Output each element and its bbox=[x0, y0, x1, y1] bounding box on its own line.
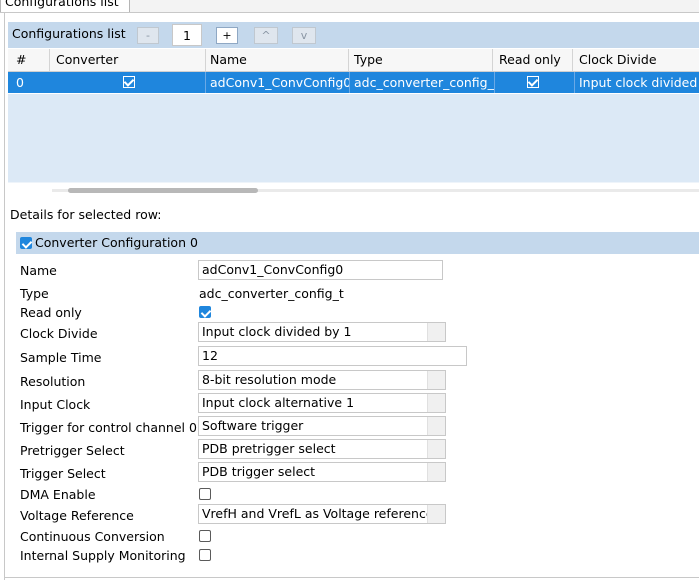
move-up-button[interactable]: ^ bbox=[254, 27, 278, 44]
internal-supply-monitoring-checkbox[interactable] bbox=[199, 549, 211, 561]
pretrigger-select-label: Pretrigger Select bbox=[20, 443, 125, 458]
column-header-index[interactable]: # bbox=[12, 49, 50, 71]
row-converter-configuration-cell[interactable] bbox=[52, 72, 206, 93]
column-header-read-only[interactable]: Read only bbox=[495, 49, 573, 71]
pretrigger-select[interactable]: PDB pretrigger select bbox=[198, 439, 446, 459]
trigger-select-label: Trigger Select bbox=[20, 466, 106, 481]
name-label: Name bbox=[20, 263, 57, 278]
horizontal-scrollbar[interactable] bbox=[52, 186, 699, 195]
sample-time-label: Sample Time bbox=[20, 350, 102, 365]
row-name: adConv1_ConvConfig0 bbox=[206, 72, 350, 93]
read-only-checkbox[interactable] bbox=[199, 306, 211, 318]
clock-divide-label: Clock Divide bbox=[20, 326, 98, 341]
section-title: Converter Configuration 0 bbox=[35, 235, 198, 250]
read-only-label: Read only bbox=[20, 305, 82, 320]
configurations-title: Configurations list bbox=[12, 26, 126, 41]
voltage-reference-label: Voltage Reference bbox=[20, 508, 134, 523]
voltage-reference-select[interactable]: VrefH and VrefL as Voltage reference. bbox=[198, 504, 446, 524]
column-header-clock-divide[interactable]: Clock Divide bbox=[575, 49, 699, 71]
trigger-channel-0-label: Trigger for control channel 0 bbox=[20, 420, 197, 435]
tab-configurations-list[interactable]: Configurations list bbox=[0, 0, 130, 12]
name-input[interactable]: adConv1_ConvConfig0 bbox=[198, 260, 443, 280]
trigger-channel-0-select[interactable]: Software trigger bbox=[198, 416, 446, 436]
type-value: adc_converter_config_t bbox=[199, 286, 344, 301]
bottom-divider bbox=[4, 577, 699, 578]
continuous-conversion-checkbox[interactable] bbox=[199, 530, 211, 542]
type-label: Type bbox=[20, 286, 49, 301]
row-type: adc_converter_config_t bbox=[350, 72, 495, 93]
clock-divide-select[interactable]: Input clock divided by 1 bbox=[198, 322, 446, 342]
details-label: Details for selected row: bbox=[10, 207, 162, 222]
move-down-button[interactable]: v bbox=[292, 27, 316, 44]
trigger-select[interactable]: PDB trigger select bbox=[198, 462, 446, 482]
scrollbar-thumb[interactable] bbox=[68, 188, 258, 193]
empty-row bbox=[8, 157, 699, 183]
row-clock-divide: Input clock divided by 1 bbox=[579, 75, 699, 90]
remove-config-button[interactable]: - bbox=[137, 27, 159, 44]
resolution-label: Resolution bbox=[20, 374, 86, 389]
section-enable-checkbox[interactable] bbox=[20, 237, 32, 249]
column-header-converter-configuration[interactable]: Converter Configuration bbox=[52, 49, 206, 89]
dma-enable-label: DMA Enable bbox=[20, 487, 96, 502]
row-index: 0 bbox=[16, 75, 24, 90]
row-read-only-cell[interactable] bbox=[495, 72, 575, 93]
input-clock-label: Input Clock bbox=[20, 397, 91, 412]
column-header-name[interactable]: Name bbox=[206, 49, 349, 71]
dma-enable-checkbox[interactable] bbox=[199, 488, 211, 500]
add-config-button[interactable]: + bbox=[216, 27, 238, 44]
internal-supply-monitoring-label: Internal Supply Monitoring bbox=[20, 548, 186, 563]
input-clock-select[interactable]: Input clock alternative 1 bbox=[198, 393, 446, 413]
resolution-select[interactable]: 8-bit resolution mode bbox=[198, 370, 446, 390]
empty-row bbox=[8, 115, 699, 137]
config-count: 1 bbox=[172, 24, 202, 46]
continuous-conversion-label: Continuous Conversion bbox=[20, 529, 165, 544]
empty-row bbox=[8, 136, 699, 158]
empty-row bbox=[8, 94, 699, 116]
sample-time-input[interactable]: 12 bbox=[198, 346, 467, 366]
column-header-type[interactable]: Type bbox=[350, 49, 493, 71]
